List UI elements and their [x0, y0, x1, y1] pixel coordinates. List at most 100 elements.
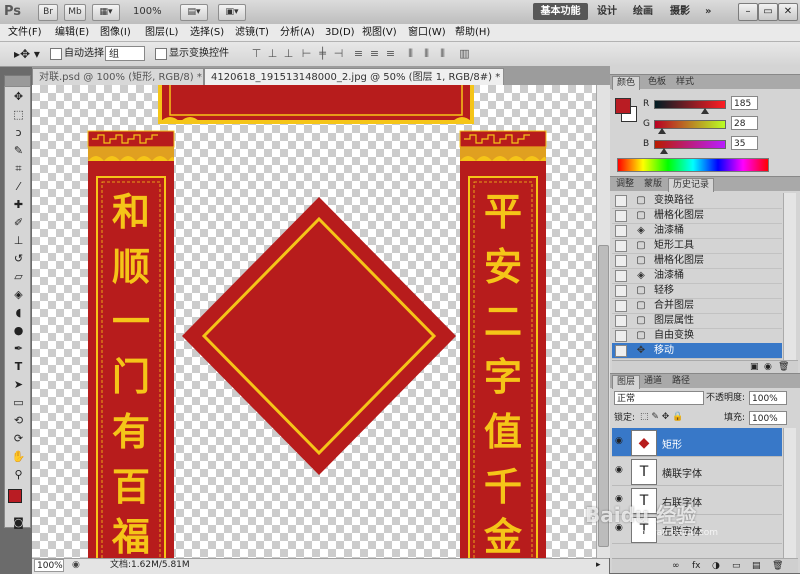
foreground-color-preview[interactable] — [615, 98, 631, 114]
distribute-center-icon[interactable]: ⦀ — [420, 47, 433, 60]
link-layers-icon[interactable]: ∞ — [672, 559, 680, 573]
tab-swatches[interactable]: 色板 — [644, 76, 670, 89]
mini-bridge-button[interactable]: Mb — [64, 4, 86, 21]
history-brush-source-checkbox[interactable] — [615, 225, 627, 237]
dodge-tool-icon[interactable]: ● — [10, 323, 27, 339]
align-left-icon[interactable]: ⊢ — [300, 47, 313, 60]
status-arrow-icon[interactable]: ▸ — [596, 559, 608, 572]
distribute-bottom-icon[interactable]: ≡ — [384, 47, 397, 60]
auto-select-checkbox[interactable] — [50, 48, 62, 60]
menu-filter[interactable]: 滤镜(T) — [235, 24, 269, 41]
layer-name[interactable]: 矩形 — [662, 436, 682, 451]
crop-tool-icon[interactable]: ⌗ — [10, 161, 27, 177]
document-canvas[interactable]: 和 顺 一 门 有 百 福 平 安 二 字 值 千 金 — [32, 85, 596, 558]
delete-layer-icon[interactable]: 🗑 — [772, 559, 783, 573]
history-brush-source-checkbox[interactable] — [615, 255, 627, 267]
quick-mask-icon[interactable]: ◙ — [10, 515, 27, 531]
history-state-item[interactable]: ◈ 油漆桶 — [612, 268, 782, 284]
green-slider-thumb[interactable] — [657, 128, 666, 134]
maximize-button[interactable]: ▭ — [758, 3, 778, 21]
history-brush-source-checkbox[interactable] — [615, 330, 627, 342]
clone-stamp-tool-icon[interactable]: ⊥ — [10, 233, 27, 249]
brush-tool-icon[interactable]: ✐ — [10, 215, 27, 231]
status-menu-icon[interactable]: ◉ — [72, 560, 84, 571]
history-state-item[interactable]: ✥ 移动 — [612, 343, 782, 359]
red-slider[interactable] — [654, 100, 726, 109]
fill-field[interactable]: 100% — [749, 411, 787, 425]
history-state-item[interactable]: ▢ 变换路径 — [612, 193, 782, 209]
eyedropper-tool-icon[interactable]: ⁄ — [10, 179, 27, 195]
green-value-field[interactable]: 28 — [731, 116, 758, 130]
layer-style-icon[interactable]: fx — [692, 559, 701, 573]
pen-tool-icon[interactable]: ✒ — [10, 341, 27, 357]
opacity-field[interactable]: 100% — [749, 391, 787, 405]
history-state-item[interactable]: ▢ 自由变换 — [612, 328, 782, 344]
quick-select-tool-icon[interactable]: ✎ — [10, 143, 27, 159]
history-state-item[interactable]: ▢ 栅格化图层 — [612, 253, 782, 269]
healing-brush-tool-icon[interactable]: ✚ — [10, 197, 27, 213]
blue-value-field[interactable]: 35 — [731, 136, 758, 150]
show-transform-checkbox[interactable] — [155, 48, 167, 60]
history-scrollbar[interactable] — [783, 193, 796, 363]
layers-scrollbar[interactable] — [783, 428, 796, 558]
view-extras-icon[interactable]: ▦▾ — [92, 4, 120, 21]
tab-styles[interactable]: 样式 — [672, 76, 698, 89]
move-tool-icon[interactable]: ✥ — [10, 89, 27, 105]
history-brush-source-checkbox[interactable] — [615, 195, 627, 207]
3d-orbit-tool-icon[interactable]: ⟳ — [10, 431, 27, 447]
screen-mode-icon[interactable]: ▣▾ — [218, 4, 246, 21]
menu-analysis[interactable]: 分析(A) — [280, 24, 315, 41]
workspace-photography[interactable]: 摄影 — [670, 3, 690, 20]
align-middle-icon[interactable]: ⊥ — [266, 47, 279, 60]
zoom-level-select[interactable]: 100% — [133, 4, 173, 19]
red-value-field[interactable]: 185 — [731, 96, 758, 110]
move-tool-preset-icon[interactable]: ▸✥ ▾ — [14, 46, 40, 62]
menu-help[interactable]: 帮助(H) — [455, 24, 490, 41]
menu-layer[interactable]: 图层(L) — [145, 24, 178, 41]
workspace-painting[interactable]: 绘画 — [633, 3, 653, 20]
history-state-item[interactable]: ▢ 合并图层 — [612, 298, 782, 314]
foreground-color-swatch[interactable] — [8, 489, 22, 503]
distribute-middle-icon[interactable]: ≡ — [368, 47, 381, 60]
distribute-top-icon[interactable]: ≡ — [352, 47, 365, 60]
tab-source-jpg[interactable]: 4120618_191513148000_2.jpg @ 50% (图层 1, … — [204, 68, 504, 85]
delete-state-icon[interactable]: 🗑 — [778, 361, 789, 373]
paint-bucket-tool-icon[interactable]: ◈ — [10, 287, 27, 303]
lasso-tool-icon[interactable]: ↄ — [10, 125, 27, 141]
history-brush-source-checkbox[interactable] — [615, 300, 627, 312]
align-center-icon[interactable]: ╪ — [316, 47, 329, 60]
menu-select[interactable]: 选择(S) — [190, 24, 224, 41]
tab-adjustments[interactable]: 调整 — [612, 178, 638, 191]
history-brush-source-checkbox[interactable] — [615, 270, 627, 282]
lock-options-icons[interactable]: ⬚ ✎ ✥ 🔒 — [640, 411, 710, 424]
tab-color[interactable]: 颜色 — [612, 76, 641, 90]
tab-channels[interactable]: 通道 — [640, 375, 666, 388]
auto-select-target-select[interactable]: 组 — [105, 46, 145, 61]
auto-align-icon[interactable]: ▥ — [458, 47, 471, 60]
tab-layers[interactable]: 图层 — [612, 375, 641, 389]
path-selection-tool-icon[interactable]: ➤ — [10, 377, 27, 393]
layer-visibility-eye-icon[interactable]: ◉ — [615, 465, 627, 475]
history-state-item[interactable]: ▢ 矩形工具 — [612, 238, 782, 254]
menu-image[interactable]: 图像(I) — [100, 24, 131, 41]
more-workspaces-button[interactable]: » — [705, 3, 711, 20]
eraser-tool-icon[interactable]: ▱ — [10, 269, 27, 285]
history-brush-source-checkbox[interactable] — [615, 210, 627, 222]
history-brush-source-checkbox[interactable] — [615, 240, 627, 252]
marquee-tool-icon[interactable]: ⬚ — [10, 107, 27, 123]
tab-history[interactable]: 历史记录 — [668, 178, 715, 192]
tab-masks[interactable]: 蒙版 — [640, 178, 666, 191]
layer-row[interactable]: ◉ ◆ 矩形 — [612, 428, 782, 457]
history-state-item[interactable]: ◈ 油漆桶 — [612, 223, 782, 239]
menu-3d[interactable]: 3D(D) — [325, 24, 355, 41]
arrange-documents-icon[interactable]: ▤▾ — [180, 4, 208, 21]
history-brush-source-checkbox[interactable] — [615, 285, 627, 297]
history-state-item[interactable]: ▢ 图层属性 — [612, 313, 782, 329]
bridge-button[interactable]: Br — [38, 4, 58, 21]
history-brush-source-checkbox[interactable] — [615, 315, 627, 327]
red-slider-thumb[interactable] — [700, 108, 709, 114]
history-state-item[interactable]: ▢ 栅格化图层 — [612, 208, 782, 224]
tab-paths[interactable]: 路径 — [668, 375, 694, 388]
new-document-from-state-icon[interactable]: ▣ — [750, 361, 759, 373]
menu-window[interactable]: 窗口(W) — [408, 24, 446, 41]
